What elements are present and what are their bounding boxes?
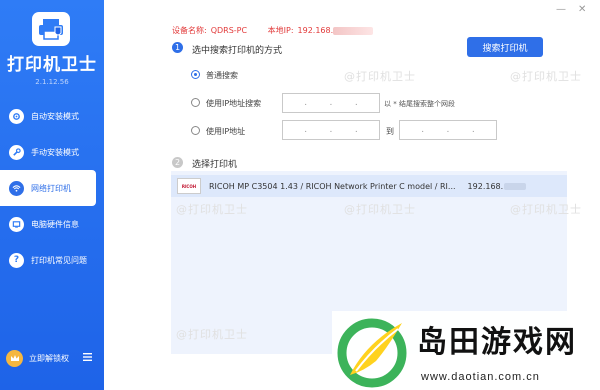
- printer-shield-icon: [39, 19, 63, 40]
- menu-icon[interactable]: [83, 353, 92, 363]
- radio-ip-search[interactable]: [191, 98, 200, 107]
- hardware-icon: [9, 216, 24, 232]
- settings-icon: [9, 108, 24, 124]
- ip-address-input[interactable]: ...: [282, 93, 380, 113]
- option-label: 使用IP地址搜索: [206, 99, 262, 108]
- search-printer-button[interactable]: 搜索打印机: [467, 37, 543, 57]
- minimize-button[interactable]: —: [556, 4, 566, 15]
- local-ip-value: 192.168.: [297, 26, 334, 35]
- watermark: @打印机卫士: [344, 70, 416, 83]
- watermark: @打印机卫士: [176, 328, 248, 341]
- ip-range-start-input[interactable]: ...: [282, 120, 380, 140]
- watermark: @打印机卫士: [510, 70, 582, 83]
- sidebar-item-label: 电脑硬件信息: [31, 219, 79, 229]
- sidebar-nav: 自动安装模式 手动安装模式 网络打印机 电脑硬件信息 ? 打印机常见问题: [0, 98, 104, 278]
- option-label: 使用IP地址: [206, 127, 246, 136]
- app-logo: [32, 12, 70, 46]
- step-2-title: 选择打印机: [192, 160, 238, 170]
- step-1-title: 选中搜索打印机的方式: [192, 46, 283, 56]
- sidebar-item-faq[interactable]: ? 打印机常见问题: [0, 242, 104, 278]
- range-to-label: 到: [386, 127, 394, 136]
- device-name-value: QDRS-PC: [210, 26, 248, 35]
- ip-range-end-input[interactable]: ...: [399, 120, 497, 140]
- sidebar-item-network-printer[interactable]: 网络打印机: [0, 170, 96, 206]
- sidebar-item-manual-install[interactable]: 手动安装模式: [0, 134, 104, 170]
- sidebar-item-auto-install[interactable]: 自动安装模式: [0, 98, 104, 134]
- sidebar-item-label: 自动安装模式: [31, 111, 79, 121]
- watermark: @打印机卫士: [344, 203, 416, 216]
- site-logo-icon: [337, 318, 407, 388]
- crown-icon: [6, 349, 23, 367]
- radio-ip-range[interactable]: [191, 126, 200, 135]
- unlock-bar[interactable]: 立即解锁权: [0, 345, 104, 371]
- radio-normal-search[interactable]: [191, 70, 200, 79]
- close-button[interactable]: ✕: [578, 4, 586, 15]
- step-2-badge: 2: [172, 157, 183, 168]
- network-printer-icon: [9, 180, 24, 196]
- sidebar-item-label: 打印机常见问题: [31, 255, 87, 265]
- ricoh-logo: RICOH: [177, 178, 201, 194]
- sidebar-item-label: 网络打印机: [31, 183, 71, 193]
- sidebar-item-label: 手动安装模式: [31, 147, 79, 157]
- ip-search-hint: 以 * 结尾搜索整个网段: [384, 100, 455, 108]
- unlock-label: 立即解锁权: [29, 353, 69, 363]
- watermark: @打印机卫士: [510, 203, 582, 216]
- device-info: 设备名称: QDRS-PC 本地IP: 192.168.: [172, 25, 377, 36]
- app-version: 2.1.12.56: [35, 78, 69, 86]
- step-1-badge: 1: [172, 42, 183, 53]
- device-name-label: 设备名称:: [172, 26, 207, 35]
- printer-list-item[interactable]: RICOH RICOH MP C3504 1.43 / RICOH Networ…: [171, 175, 567, 197]
- printer-name: RICOH MP C3504 1.43 / RICOH Network Prin…: [209, 181, 456, 191]
- printer-ip-redaction: [504, 182, 527, 190]
- site-url: www.daotian.com.cn: [421, 371, 540, 383]
- sidebar-item-hardware-info[interactable]: 电脑硬件信息: [0, 206, 104, 242]
- local-ip-label: 本地IP:: [267, 26, 294, 35]
- app-title: 打印机卫士: [7, 55, 97, 75]
- printer-ip: 192.168.: [467, 181, 504, 191]
- site-watermark-overlay: 岛田游戏网 www.daotian.com.cn: [332, 311, 600, 390]
- option-label: 普通搜索: [206, 71, 238, 80]
- watermark: @打印机卫士: [176, 203, 248, 216]
- ip-redaction: [333, 26, 374, 35]
- site-name: 岛田游戏网: [417, 325, 577, 360]
- question-icon: ?: [9, 252, 24, 268]
- sidebar: 打印机卫士 2.1.12.56 自动安装模式 手动安装模式 网络打印机 电脑硬件…: [0, 0, 104, 390]
- wrench-icon: [9, 144, 24, 160]
